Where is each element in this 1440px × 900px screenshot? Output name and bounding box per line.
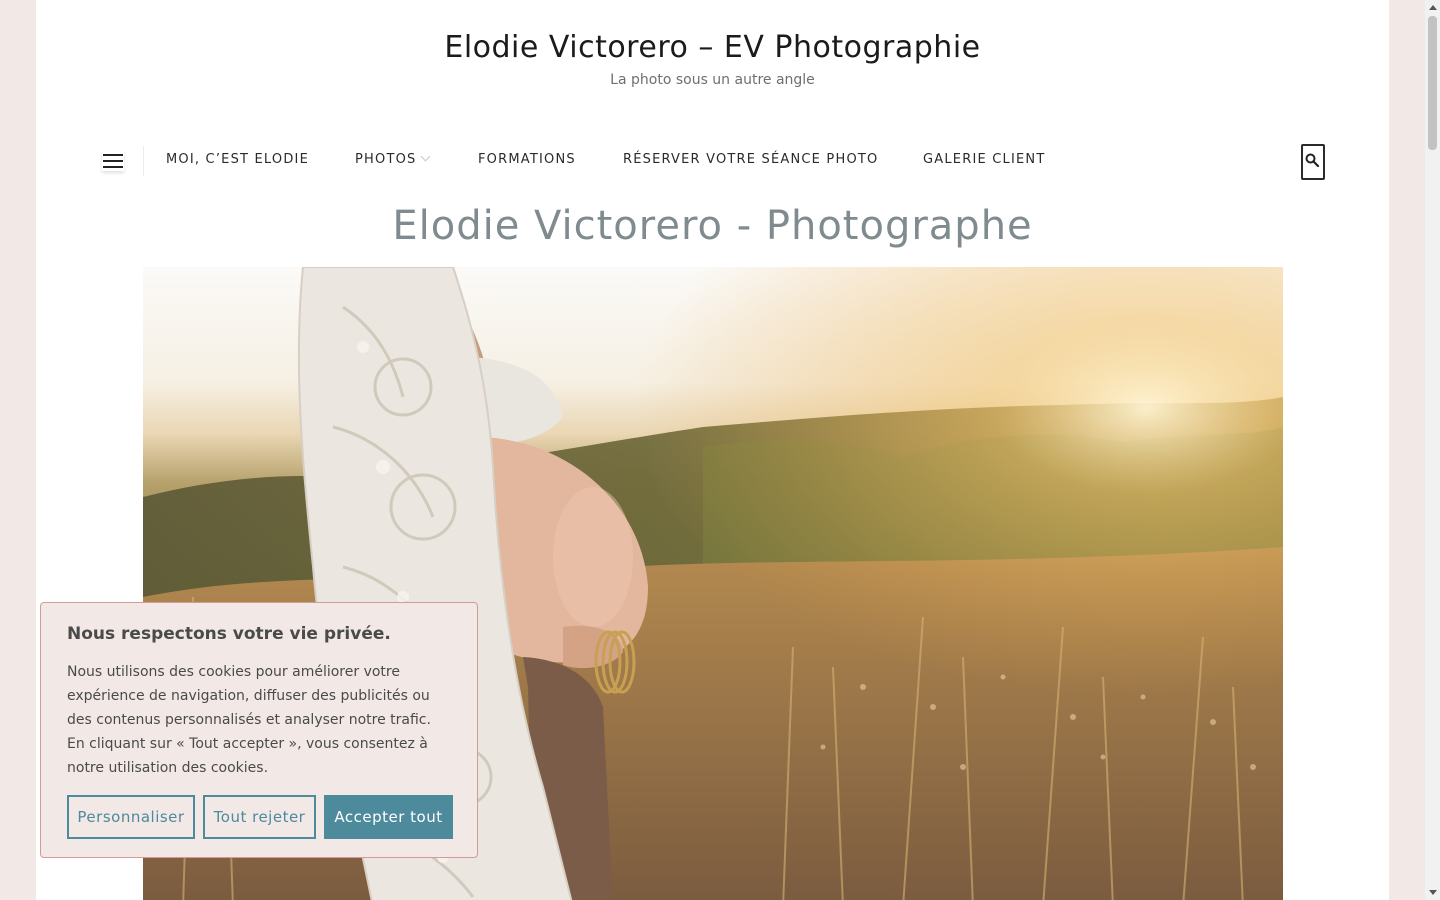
accept-all-button[interactable]: Accepter tout (324, 795, 453, 839)
cookie-banner-text: Nous utilisons des cookies pour améliore… (67, 664, 431, 776)
site-tagline: La photo sous un autre angle (610, 72, 815, 88)
customize-button[interactable]: Personnaliser (67, 795, 195, 839)
vertical-scrollbar[interactable] (1425, 0, 1440, 900)
cookie-banner-title: Nous respectons votre vie privée. (67, 624, 391, 644)
nav-item-label: RÉSERVER VOTRE SÉANCE PHOTO (623, 152, 879, 167)
chevron-down-icon (421, 151, 431, 162)
nav-item-label: GALERIE CLIENT (923, 152, 1046, 167)
nav-item-moi[interactable]: MOI, C’EST ELODIE (166, 152, 309, 167)
cookie-consent-banner: Nous respectons votre vie privée. Nous u… (40, 602, 478, 858)
nav-item-galerie-client[interactable]: GALERIE CLIENT (923, 152, 1045, 167)
nav-item-label: FORMATIONS (478, 152, 576, 167)
hamburger-menu-icon[interactable] (102, 151, 124, 171)
scroll-down-arrow-icon[interactable] (1429, 890, 1437, 895)
nav-item-photos[interactable]: PHOTOS (355, 151, 431, 167)
nav-item-label: MOI, C’EST ELODIE (166, 152, 309, 167)
scroll-up-arrow-icon[interactable] (1429, 5, 1437, 10)
nav-divider (143, 146, 144, 176)
scrollbar-thumb[interactable] (1428, 16, 1437, 150)
search-button[interactable] (1301, 144, 1325, 180)
nav-item-formations[interactable]: FORMATIONS (478, 152, 576, 167)
site-title[interactable]: Elodie Victorero – EV Photographie (36, 30, 1389, 65)
nav-item-label: PHOTOS (355, 152, 417, 167)
nav-item-reserver[interactable]: RÉSERVER VOTRE SÉANCE PHOTO (623, 152, 878, 167)
reject-all-button[interactable]: Tout rejeter (203, 795, 316, 839)
page-title: Elodie Victorero - Photographe (392, 203, 1033, 249)
main-navigation: MOI, C’EST ELODIE PHOTOS FORMATIONS RÉSE… (36, 140, 1389, 182)
search-icon (1305, 153, 1319, 167)
